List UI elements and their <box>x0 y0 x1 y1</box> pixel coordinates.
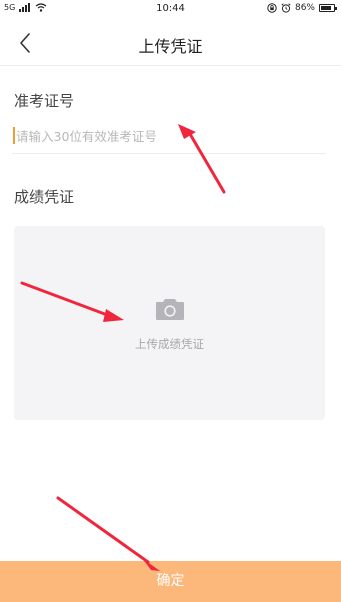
confirm-button[interactable]: 确定 <box>0 561 341 602</box>
nav-bar: 上传凭证 <box>0 20 341 66</box>
exam-id-label: 准考证号 <box>14 92 75 110</box>
exam-id-input[interactable] <box>16 124 316 148</box>
exam-id-field <box>12 120 326 154</box>
battery-icon <box>319 4 337 12</box>
status-bar: 5G 10:44 86% <box>0 0 341 20</box>
upload-voucher-area[interactable]: 上传成绩凭证 <box>14 226 325 420</box>
battery-fill <box>321 6 332 10</box>
camera-icon <box>156 299 184 320</box>
status-right: 86% <box>267 3 337 13</box>
lock-rotation-icon <box>267 3 277 13</box>
upload-label: 上传成绩凭证 <box>135 337 204 351</box>
voucher-label: 成绩凭证 <box>14 188 75 206</box>
text-caret <box>13 127 15 144</box>
alarm-icon <box>281 3 291 13</box>
page-title: 上传凭证 <box>138 37 203 56</box>
battery-percent: 86% <box>294 3 315 13</box>
